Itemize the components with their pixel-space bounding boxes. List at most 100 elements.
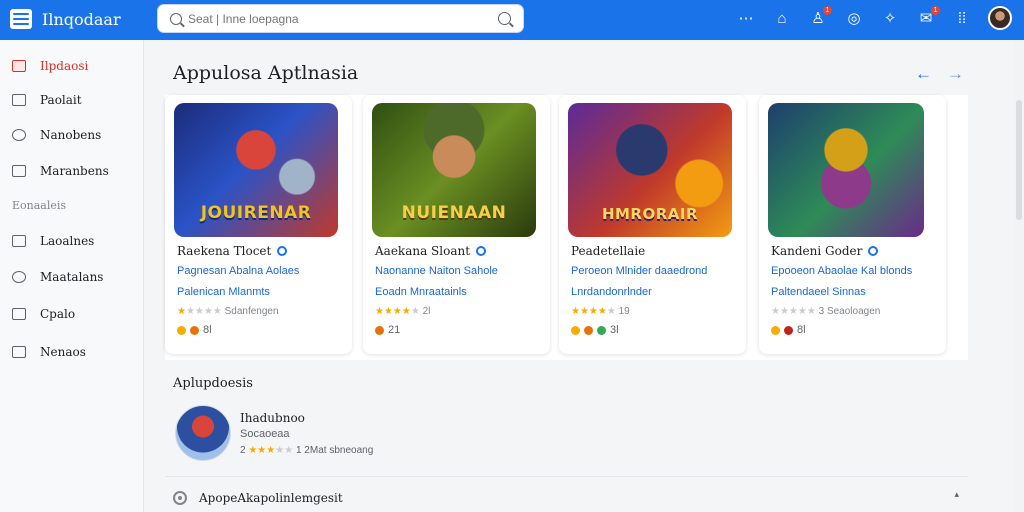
app-category[interactable]: Paltendaeel Sinnas <box>771 286 866 298</box>
app-developer[interactable]: Peroeon Mlnider daaedrond <box>571 265 707 277</box>
sidebar-item-label: Ilpdaosi <box>40 59 89 73</box>
sidebar-item-search[interactable]: Nanobens <box>0 121 144 149</box>
app-category[interactable]: Palenican Mlanmts <box>177 286 270 298</box>
app-thumbnail: JOUIRENAR <box>174 103 338 237</box>
footer-row-label: ApopeAkapolinlemgesit <box>199 491 343 505</box>
app-developer[interactable]: Naonanne Naiton Sahole <box>375 265 498 277</box>
sidebar-item-compass[interactable]: Maatalans <box>0 263 144 291</box>
carousel-prev-arrow-icon[interactable]: ← <box>915 64 932 84</box>
star-rating-icon: ★★★★★ <box>571 306 616 317</box>
carousel-next-arrow-icon[interactable]: → <box>947 64 964 84</box>
app-category[interactable]: Eoadn Mnraatainls <box>375 286 467 298</box>
compass-icon <box>12 271 26 283</box>
home-icon[interactable]: ⌂ <box>772 8 792 28</box>
search-input[interactable] <box>188 11 498 26</box>
library-icon <box>12 94 26 106</box>
search-icon <box>12 129 26 141</box>
sidebar-item-label: Paolait <box>40 93 82 107</box>
app-rating: ★★★★★ Sdanfengen <box>177 306 279 317</box>
sidebar-item-label: Maatalans <box>40 270 104 284</box>
sidebar-item-label: Laoalnes <box>40 234 95 248</box>
star-rating-icon: ★★★★★ <box>375 306 420 317</box>
sidebar-item-library[interactable]: Paolait <box>0 86 144 114</box>
app-meta: 3l <box>571 324 619 336</box>
game-banner-text: NUIENAAN <box>401 203 507 223</box>
radio-icon <box>173 491 187 505</box>
app-meta: 21 <box>375 324 400 336</box>
game-banner-text: HMRORAIR <box>601 205 699 223</box>
check-circle-icon[interactable]: ◎ <box>844 8 864 28</box>
app-thumbnail: NUIENAAN <box>372 103 536 237</box>
sidebar-section-label: Eonaaleis <box>12 199 67 212</box>
more-dots-icon[interactable]: ⋯ <box>736 8 756 28</box>
calendar-icon <box>12 165 26 177</box>
list-item[interactable]: Ihadubnoo Socaoeaa 2 ★★★★★ 1 2Mat sbneoa… <box>173 402 963 466</box>
sidebar-item-label: Nanobens <box>40 128 102 142</box>
app-row-name: Ihadubnoo <box>240 411 305 425</box>
app-title: Ilnqodaar <box>42 10 121 29</box>
sidebar-item-home[interactable]: Ilpdaosi <box>0 52 144 80</box>
app-thumbnail <box>768 103 924 237</box>
app-name: Kandeni Goder <box>771 244 879 258</box>
home-icon <box>12 60 26 72</box>
app-category[interactable]: Lnrdandonrlnder <box>571 286 652 298</box>
apps-section-title: Aplupdoesis <box>173 376 253 391</box>
lock-icon <box>12 308 26 320</box>
star-rating-icon: ★★★★★ <box>177 306 222 317</box>
sidebar-item-chart[interactable]: Nenaos <box>0 338 144 366</box>
app-developer[interactable]: Epooeon Abaolae Kal blonds <box>771 265 912 277</box>
sidebar-item-calendar[interactable]: Maranbens <box>0 157 144 185</box>
app-developer[interactable]: Pagnesan Abalna Aolaes <box>177 265 299 277</box>
app-rating: ★★★★★ 19 <box>571 306 630 317</box>
app-rating: ★★★★★ 2l <box>375 306 431 317</box>
trophy-icon <box>771 325 780 335</box>
search-submit-icon[interactable] <box>498 12 511 25</box>
app-name: Raekena Tlocet <box>177 244 288 258</box>
app-card[interactable]: Kandeni Goder Epooeon Abaolae Kal blonds… <box>759 95 946 354</box>
app-row-rating: 2 ★★★★★ 1 2Mat sbneoang <box>240 445 374 456</box>
app-meta: 8l <box>771 324 806 336</box>
fire-icon <box>784 325 793 335</box>
sparkle-icon[interactable]: ✧ <box>880 8 900 28</box>
app-card[interactable]: HMRORAIR Peadetellaie Peroeon Mlnider da… <box>559 95 746 354</box>
app-meta: 8l <box>177 324 212 336</box>
notifications-icon[interactable]: ♙ 1 <box>808 6 832 28</box>
sidebar: Ilpdaosi Paolait Nanobens Maranbens Eona… <box>0 40 144 512</box>
fire-icon <box>375 325 384 335</box>
app-name: Aaekana Sloant <box>375 244 487 258</box>
app-card[interactable]: JOUIRENAR Raekena Tlocet Pagnesan Abalna… <box>165 95 352 354</box>
fire-icon <box>190 325 199 335</box>
verified-icon <box>868 246 879 256</box>
game-banner-text: JOUIRENAR <box>200 203 312 223</box>
sidebar-item-tags[interactable]: Laoalnes <box>0 227 144 255</box>
app-logo-icon[interactable] <box>10 9 32 29</box>
verified-icon <box>476 246 487 256</box>
search-icon <box>170 12 182 25</box>
star-rating-icon: ★★★★★ <box>771 306 816 317</box>
app-avatar <box>175 405 231 461</box>
trophy-icon <box>177 325 186 335</box>
messages-icon[interactable]: ✉ 1 <box>916 6 940 28</box>
sidebar-item-lock[interactable]: Cpalo <box>0 300 144 328</box>
main-content: Appulosa Aptlnasia ← → JOUIRENAR Raekena… <box>165 40 968 512</box>
page-scrollbar[interactable] <box>1014 40 1024 512</box>
messages-badge: 1 <box>931 6 940 15</box>
fire-icon <box>584 325 593 335</box>
top-app-bar: Ilnqodaar ⋯ ⌂ ♙1 ◎ ✧ ✉1 ⁞⁞ <box>0 0 1024 40</box>
scrollbar-thumb[interactable] <box>1016 100 1022 220</box>
app-rating: ★★★★★ 3 Seaoloagen <box>771 306 881 317</box>
app-thumbnail: HMRORAIR <box>568 103 732 237</box>
app-name: Peadetellaie <box>571 244 646 258</box>
apps-grid-icon[interactable]: ⁞⁞ <box>952 8 972 28</box>
expand-icon[interactable]: ▴ <box>954 490 959 500</box>
divider <box>165 476 968 477</box>
app-card[interactable]: NUIENAAN Aaekana Sloant Naonanne Naiton … <box>363 95 550 354</box>
sidebar-item-label: Maranbens <box>40 164 109 178</box>
footer-list-row[interactable]: ApopeAkapolinlemgesit ▴ <box>173 488 963 508</box>
featured-cards: JOUIRENAR Raekena Tlocet Pagnesan Abalna… <box>165 95 968 360</box>
trophy-icon <box>571 325 580 335</box>
sidebar-item-label: Nenaos <box>40 345 86 359</box>
sidebar-item-label: Cpalo <box>40 307 76 321</box>
search-bar[interactable] <box>157 4 524 33</box>
user-avatar[interactable] <box>988 6 1012 30</box>
